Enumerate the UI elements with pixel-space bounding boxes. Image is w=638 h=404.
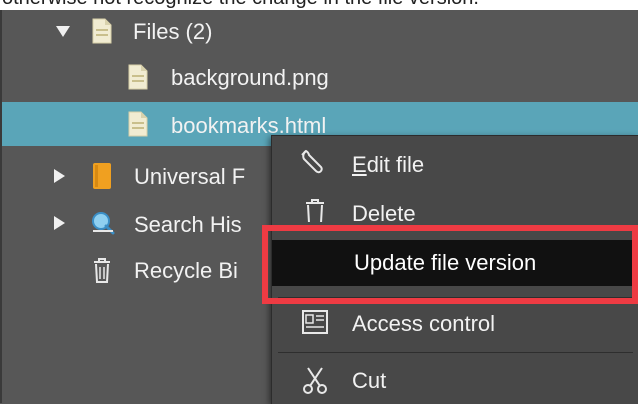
file-icon	[128, 64, 148, 90]
file-icon	[128, 111, 148, 137]
menu-separator	[278, 352, 633, 353]
menu-separator	[278, 297, 633, 298]
expand-arrow-right-icon[interactable]	[54, 169, 65, 183]
expand-arrow-right-icon[interactable]	[54, 216, 65, 230]
menu-item-edit-file[interactable]: Edit file	[272, 142, 638, 186]
wrench-icon	[301, 149, 323, 174]
menu-item-cut[interactable]: Cut	[272, 358, 638, 402]
menu-label-cut: Cut	[352, 368, 387, 393]
expand-arrow-down-icon[interactable]	[56, 26, 70, 37]
menu-item-delete[interactable]: Delete	[272, 188, 638, 222]
tree-item-background-png[interactable]: background.png	[2, 54, 638, 98]
menu-label-edit-rest: dit file	[366, 152, 425, 177]
file-icon	[92, 18, 112, 44]
top-caption: otherwise not recognize the change in th…	[0, 0, 638, 10]
trash-icon	[94, 258, 110, 283]
tree-label-universal: Universal F	[134, 164, 246, 189]
menu-label-edit-file: Edit file	[352, 152, 424, 178]
caption-text: otherwise not recognize the change in th…	[2, 0, 479, 10]
tree-folder-files[interactable]: Files (2)	[2, 10, 638, 54]
menu-item-update-file-version[interactable]: Update file version	[272, 240, 638, 286]
book-icon	[93, 163, 111, 189]
scissors-icon	[303, 367, 327, 394]
context-menu: Edit file Delete Update file version Acc…	[271, 135, 638, 404]
tree-label-recycle: Recycle Bi	[134, 258, 238, 283]
trash-icon	[306, 199, 324, 222]
search-icon	[92, 212, 115, 235]
access-card-icon	[302, 310, 328, 334]
menu-label-access: Access control	[352, 311, 496, 336]
menu-item-access-control[interactable]: Access control	[272, 301, 638, 345]
menu-label-update: Update file version	[354, 250, 537, 275]
tree-label-files: Files (2)	[133, 19, 213, 44]
tree-label-search: Search His	[134, 212, 242, 237]
menu-label-delete: Delete	[352, 201, 416, 222]
menu-accel-e: E	[352, 152, 367, 177]
tree-label-background: background.png	[171, 65, 329, 90]
